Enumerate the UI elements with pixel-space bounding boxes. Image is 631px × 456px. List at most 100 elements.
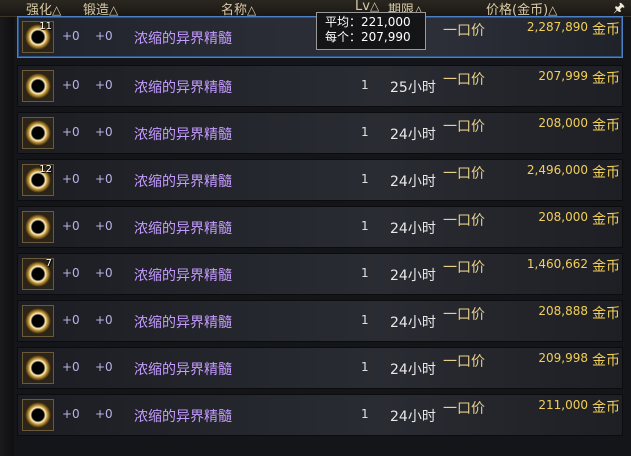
enhance-value: +0	[62, 172, 80, 186]
enhance-value: +0	[62, 125, 80, 139]
period-value: 24小时	[390, 127, 436, 143]
price-type: 一口价	[443, 401, 485, 417]
price-value: 208,000	[538, 210, 588, 224]
table-row[interactable]: +0 +0 浓缩的异界精髓 1 24小时 一口价 209,998 金币	[17, 347, 623, 389]
table-row[interactable]: 12 +0 +0 浓缩的异界精髓 1 24小时 一口价 2,496,000 金币	[17, 159, 623, 201]
sort-triangle-icon: △	[247, 3, 257, 17]
tooltip-avg-label: 平均：	[325, 15, 362, 29]
level-value: 1	[361, 360, 369, 374]
table-row[interactable]: +0 +0 浓缩的异界精髓 1 24小时 一口价 211,000 金币	[17, 394, 623, 436]
dark-orb-icon	[23, 353, 53, 383]
period-value: 24小时	[390, 315, 436, 331]
currency-label: 金币	[592, 118, 620, 134]
essence-item-icon[interactable]	[22, 399, 54, 431]
sort-triangle-icon: △	[109, 3, 119, 17]
price-value: 1,460,662	[526, 257, 588, 271]
table-row[interactable]: +0 +0 浓缩的异界精髓 1 24小时 一口价 208,888 金币	[17, 300, 623, 342]
forge-value: +0	[95, 266, 113, 280]
price-type: 一口价	[443, 166, 485, 182]
price-value: 208,000	[538, 116, 588, 130]
period-value: 24小时	[390, 268, 436, 284]
price-value: 211,000	[538, 398, 588, 412]
item-name: 浓缩的异界精髓	[134, 268, 232, 284]
tooltip-each-value: 207,990	[361, 30, 411, 44]
forge-value: +0	[95, 125, 113, 139]
period-value: 24小时	[390, 174, 436, 190]
level-value: 1	[361, 407, 369, 421]
forge-value: +0	[95, 219, 113, 233]
currency-label: 金币	[592, 71, 620, 87]
currency-label: 金币	[592, 353, 620, 369]
price-value: 207,999	[538, 69, 588, 83]
currency-label: 金币	[592, 165, 620, 181]
forge-value: +0	[95, 360, 113, 374]
level-value: 1	[361, 266, 369, 280]
essence-item-icon[interactable]	[22, 305, 54, 337]
currency-label: 金币	[592, 259, 620, 275]
price-value: 2,496,000	[526, 163, 588, 177]
item-quantity: 7	[45, 258, 52, 269]
item-name: 浓缩的异界精髓	[134, 362, 232, 378]
level-value: 1	[361, 219, 369, 233]
item-name: 浓缩的异界精髓	[134, 31, 232, 47]
level-value: 1	[361, 78, 369, 92]
sort-triangle-icon: △	[52, 3, 62, 17]
enhance-value: +0	[62, 313, 80, 327]
table-row[interactable]: +0 +0 浓缩的异界精髓 1 24小时 一口价 208,000 金币	[17, 206, 623, 248]
tooltip-each-label: 每个：	[325, 30, 362, 44]
table-row[interactable]: 7 +0 +0 浓缩的异界精髓 1 24小时 一口价 1,460,662 金币	[17, 253, 623, 295]
item-name: 浓缩的异界精髓	[134, 315, 232, 331]
level-value: 1	[361, 172, 369, 186]
enhance-value: +0	[62, 360, 80, 374]
item-name: 浓缩的异界精髓	[134, 409, 232, 425]
essence-item-icon[interactable]	[22, 117, 54, 149]
dark-orb-icon	[23, 212, 53, 242]
period-value: 24小时	[390, 362, 436, 378]
tooltip-avg-value: 221,000	[361, 15, 411, 29]
essence-item-icon[interactable]	[22, 352, 54, 384]
item-name: 浓缩的异界精髓	[134, 174, 232, 190]
forge-value: +0	[95, 407, 113, 421]
price-tooltip: 平均：221,000 每个：207,990	[316, 12, 426, 50]
level-value: 1	[361, 313, 369, 327]
forge-value: +0	[95, 78, 113, 92]
table-row[interactable]: +0 +0 浓缩的异界精髓 1 24小时 一口价 208,000 金币	[17, 112, 623, 154]
forge-value: +0	[95, 313, 113, 327]
price-value: 2,287,890	[526, 20, 588, 34]
currency-label: 金币	[592, 22, 620, 38]
item-name: 浓缩的异界精髓	[134, 221, 232, 237]
item-quantity: 12	[39, 164, 52, 175]
currency-label: 金币	[592, 212, 620, 228]
period-value: 25小时	[390, 80, 436, 96]
essence-item-icon[interactable]: 12	[22, 164, 54, 196]
price-type: 一口价	[443, 213, 485, 229]
enhance-value: +0	[62, 219, 80, 233]
price-value: 208,888	[538, 304, 588, 318]
dark-orb-icon	[23, 306, 53, 336]
period-value: 24小时	[390, 221, 436, 237]
enhance-value: +0	[62, 407, 80, 421]
table-row[interactable]: +0 +0 浓缩的异界精髓 1 25小时 一口价 207,999 金币	[17, 65, 623, 107]
price-type: 一口价	[443, 119, 485, 135]
dark-orb-icon	[23, 71, 53, 101]
period-value: 24小时	[390, 409, 436, 425]
price-type: 一口价	[443, 354, 485, 370]
dark-orb-icon	[23, 118, 53, 148]
essence-item-icon[interactable]	[22, 70, 54, 102]
forge-value: +0	[95, 29, 113, 43]
dark-orb-icon	[23, 400, 53, 430]
level-value: 1	[361, 125, 369, 139]
enhance-value: +0	[62, 266, 80, 280]
currency-label: 金币	[592, 400, 620, 416]
enhance-value: +0	[62, 29, 80, 43]
essence-item-icon[interactable]: 11	[22, 21, 54, 53]
price-type: 一口价	[443, 72, 485, 88]
price-type: 一口价	[443, 260, 485, 276]
item-name: 浓缩的异界精髓	[134, 127, 232, 143]
enhance-value: +0	[62, 78, 80, 92]
price-value: 209,998	[538, 351, 588, 365]
price-type: 一口价	[443, 307, 485, 323]
forge-value: +0	[95, 172, 113, 186]
essence-item-icon[interactable]: 7	[22, 258, 54, 290]
essence-item-icon[interactable]	[22, 211, 54, 243]
